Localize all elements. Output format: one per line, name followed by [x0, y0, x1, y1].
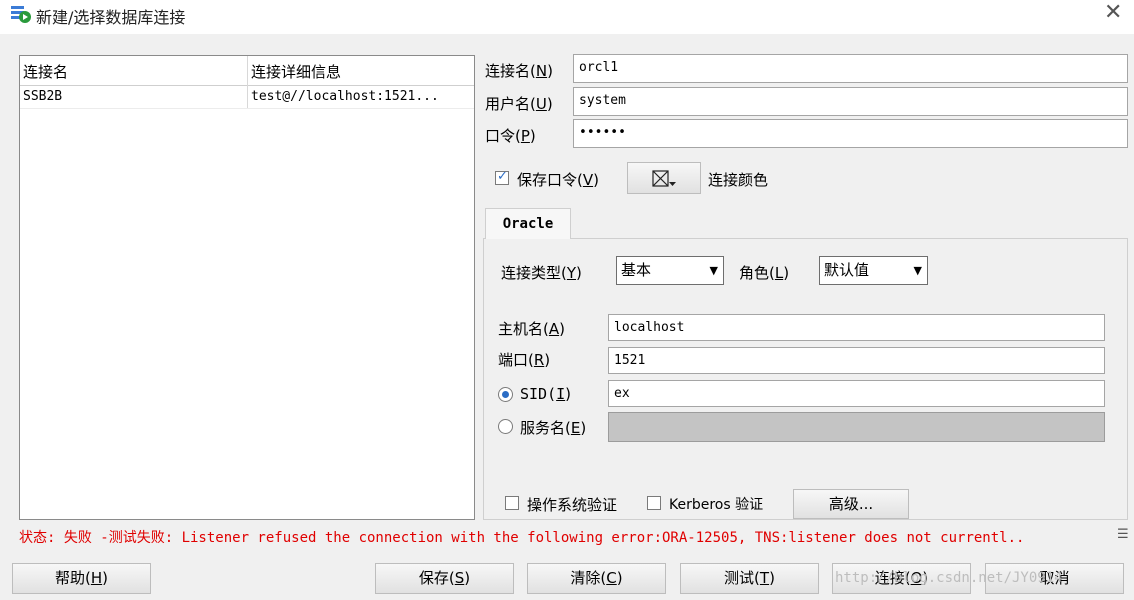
connection-color-label: 连接颜色: [708, 171, 769, 189]
password-input[interactable]: ••••••: [573, 119, 1128, 148]
conn-type-select[interactable]: 基本 ▼: [616, 256, 724, 285]
hostname-input[interactable]: localhost: [608, 314, 1105, 341]
sid-radio[interactable]: [498, 387, 513, 402]
conn-type-value: 基本: [621, 261, 652, 279]
username-input[interactable]: system: [573, 87, 1128, 116]
test-button[interactable]: 测试(T): [680, 563, 819, 594]
service-name-label: 服务名(E): [520, 419, 587, 437]
tab-oracle[interactable]: Oracle: [485, 208, 571, 239]
role-label: 角色(L): [739, 264, 790, 282]
color-picker-icon: [652, 169, 676, 187]
column-header-details[interactable]: 连接详细信息: [251, 61, 341, 82]
advanced-button[interactable]: 高级...: [793, 489, 909, 519]
username-label: 用户名(U): [485, 95, 553, 113]
save-password-label: 保存口令(V): [517, 171, 599, 189]
conn-name-label: 连接名(N): [485, 62, 553, 80]
connection-name-cell: SSB2B: [23, 89, 63, 104]
kerberos-label: Kerberos 验证: [669, 497, 764, 513]
save-button[interactable]: 保存(S): [375, 563, 514, 594]
color-picker-button[interactable]: [627, 162, 701, 194]
save-password-checkbox[interactable]: [495, 169, 509, 185]
chevron-down-icon: ▼: [913, 264, 922, 277]
list-item[interactable]: SSB2B test@//localhost:1521...: [20, 86, 474, 109]
clear-button[interactable]: 清除(C): [527, 563, 666, 594]
window-title: 新建/选择数据库连接: [36, 8, 186, 27]
port-input[interactable]: 1521: [608, 347, 1105, 374]
help-button[interactable]: 帮助(H): [12, 563, 151, 594]
kerberos-checkbox[interactable]: [647, 496, 661, 510]
status-message: 状态: 失败 -测试失败: Listener refused the conne…: [19, 530, 1025, 546]
details-icon[interactable]: ☰: [1117, 527, 1129, 542]
role-select[interactable]: 默认值 ▼: [819, 256, 928, 285]
service-name-radio[interactable]: [498, 419, 513, 434]
connection-details-cell: test@//localhost:1521...: [251, 89, 439, 104]
hostname-label: 主机名(A): [498, 320, 565, 338]
db-connect-icon: [11, 6, 31, 23]
watermark: http://blog.csdn.net/JY0914: [835, 570, 1063, 586]
sid-input[interactable]: ex: [608, 380, 1105, 407]
port-label: 端口(R): [498, 351, 551, 369]
service-name-input[interactable]: [608, 412, 1105, 442]
sid-label: SID(I): [520, 385, 572, 403]
role-value: 默认值: [824, 261, 870, 279]
conn-type-label: 连接类型(Y): [501, 264, 582, 282]
conn-name-input[interactable]: orcl1: [573, 54, 1128, 83]
tab-oracle-label: Oracle: [502, 216, 554, 232]
chevron-down-icon: ▼: [709, 264, 718, 277]
connection-list[interactable]: 连接名 连接详细信息 SSB2B test@//localhost:1521..…: [19, 55, 475, 520]
close-icon[interactable]: ✕: [1104, 1, 1122, 25]
column-header-name[interactable]: 连接名: [23, 61, 68, 82]
password-label: 口令(P): [485, 127, 536, 145]
os-auth-checkbox[interactable]: [505, 496, 519, 510]
os-auth-label: 操作系统验证: [527, 496, 618, 514]
